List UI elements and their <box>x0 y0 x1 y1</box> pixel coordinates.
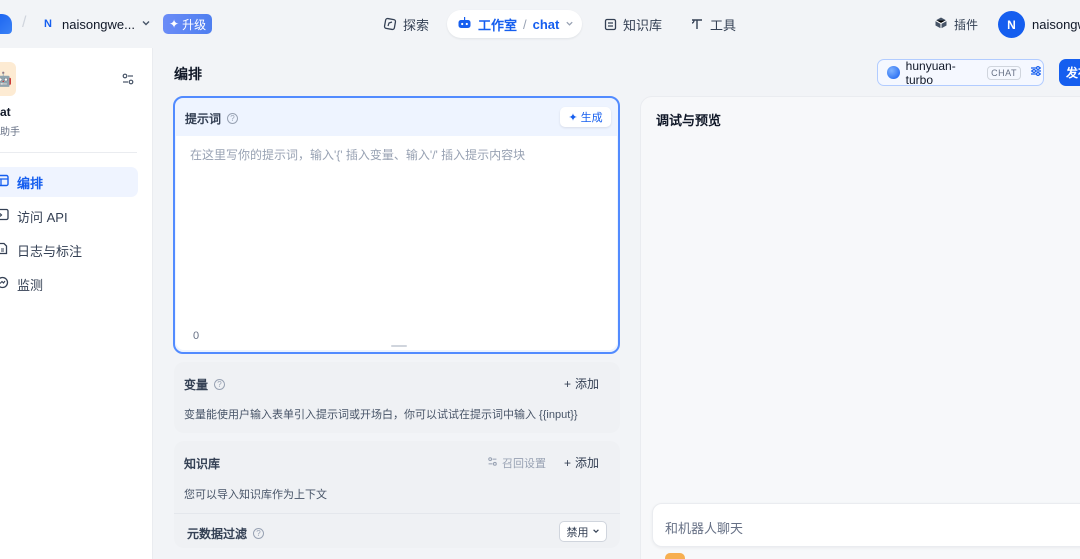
chevron-down-icon <box>141 18 151 31</box>
settings-sliders-icon <box>487 456 498 470</box>
model-mode-badge: CHAT <box>987 65 1021 80</box>
model-name: hunyuan-turbo <box>905 58 956 87</box>
prompt-header: 提示词 ? <box>185 110 239 127</box>
sidebar-item-monitor[interactable]: 监测 <box>0 269 138 299</box>
variables-title: 变量 <box>184 378 209 392</box>
app-logo[interactable] <box>0 14 12 34</box>
user-name[interactable]: naisongwe <box>1032 17 1080 32</box>
sparkle-icon: ✦ <box>568 111 578 124</box>
knowledge-description: 您可以导入知识库作为上下文 <box>184 489 327 501</box>
variables-header: 变量 ? <box>184 376 226 393</box>
chevron-down-icon <box>592 526 600 538</box>
upgrade-button[interactable]: ✦ 升级 <box>163 14 213 34</box>
sidebar-item-api[interactable]: 访问 API <box>0 201 138 231</box>
plugins-button[interactable]: 插件 <box>934 16 978 33</box>
nav-tools-label: 工具 <box>710 17 737 33</box>
prompt-title: 提示词 <box>185 112 222 126</box>
sidebar-item-label: 日志与标注 <box>17 243 83 259</box>
prompt-editor: 提示词 ? ✦ 生成 在这里写你的提示词，输入'{' 插入变量、输入'/' 插入… <box>173 96 620 354</box>
app-icon: 🤖 <box>0 62 16 96</box>
recall-settings-label: 召回设置 <box>502 458 546 470</box>
sidebar-item-label: 访问 API <box>17 209 68 225</box>
metadata-filter-select[interactable]: 禁用 <box>559 521 607 542</box>
plus-icon: + <box>564 455 572 470</box>
chat-input[interactable]: 和机器人聊天 <box>652 503 1080 547</box>
nav-studio-app[interactable]: chat <box>533 17 560 32</box>
breadcrumb-separator: / <box>22 14 27 31</box>
prompt-input[interactable]: 在这里写你的提示词，输入'{' 插入变量、输入'/' 插入提示内容块 0 <box>176 136 617 350</box>
recall-settings-button[interactable]: 召回设置 <box>487 455 546 471</box>
help-icon[interactable]: ? <box>253 528 265 539</box>
character-counter: 0 <box>193 330 200 342</box>
top-bar: / N naisongwe... ✦ 升级 探索 工作室 / chat 知识库 <box>0 0 1080 48</box>
add-knowledge-button[interactable]: + 添加 <box>564 454 599 471</box>
nav-explore-label: 探索 <box>403 17 430 33</box>
model-selector[interactable]: hunyuan-turbo CHAT <box>877 58 1044 87</box>
debug-title: 调试与预览 <box>656 113 722 128</box>
upgrade-label: 升级 <box>182 17 207 32</box>
bot-avatar <box>665 553 685 559</box>
sidebar-item-label: 编排 <box>17 175 44 191</box>
add-variable-button[interactable]: + 添加 <box>564 375 599 392</box>
knowledge-title: 知识库 <box>184 457 221 471</box>
variables-description: 变量能使用户输入表单引入提示词或开场白，你可以试试在提示词中输入 {{input… <box>184 409 578 421</box>
publish-button[interactable]: 发布 <box>1059 59 1080 86</box>
help-icon[interactable]: ? <box>214 379 226 390</box>
sidebar: 🤖 at 助手 编排 访问 API 日志与标注 监测 <box>0 48 153 559</box>
sidebar-item-orchestrate[interactable]: 编排 <box>0 167 138 197</box>
nav-knowledge[interactable]: 知识库 <box>603 10 662 38</box>
sparkle-icon: ✦ <box>169 17 180 31</box>
chevron-down-icon[interactable] <box>565 19 574 30</box>
plugins-label: 插件 <box>954 18 979 32</box>
add-label: 添加 <box>575 456 600 470</box>
page-title: 编排 <box>174 66 202 82</box>
resize-handle[interactable] <box>391 345 407 347</box>
add-label: 添加 <box>575 377 600 391</box>
generate-button[interactable]: ✦ 生成 <box>560 107 611 127</box>
chat-input-placeholder: 和机器人聊天 <box>665 521 744 536</box>
model-logo-icon <box>887 66 900 79</box>
help-icon[interactable]: ? <box>227 113 239 124</box>
cube-icon <box>934 16 948 33</box>
book-icon <box>603 17 617 31</box>
prompt-placeholder: 在这里写你的提示词，输入'{' 插入变量、输入'/' 插入提示内容块 <box>190 148 526 162</box>
settings-sliders-icon[interactable] <box>121 72 135 86</box>
sidebar-divider <box>0 152 137 153</box>
file-edit-icon <box>0 242 9 258</box>
workspace-selector[interactable]: N naisongwe... ✦ 升级 <box>40 12 213 36</box>
metadata-filter-value: 禁用 <box>566 526 589 539</box>
terminal-icon <box>0 208 9 224</box>
tool-icon <box>690 17 704 31</box>
avatar[interactable]: N <box>998 11 1025 38</box>
debug-preview-panel: 调试与预览 和机器人聊天 <box>640 96 1080 559</box>
robot-icon <box>457 16 472 33</box>
section-divider <box>174 513 620 514</box>
monitor-icon <box>0 276 9 292</box>
nav-tools[interactable]: 工具 <box>690 10 736 38</box>
metadata-filter-title: 元数据过滤 <box>187 527 248 541</box>
nav-studio-label: 工作室 <box>478 17 518 33</box>
nav-knowledge-label: 知识库 <box>623 17 663 33</box>
app-type: 助手 <box>0 127 20 138</box>
app-name: at <box>0 105 11 119</box>
sidebar-item-label: 监测 <box>17 277 44 293</box>
knowledge-section: 知识库 召回设置 + 添加 您可以导入知识库作为上下文 元数据过滤 ? 禁用 <box>174 441 620 548</box>
metadata-filter-header: 元数据过滤 ? <box>187 525 265 542</box>
sidebar-item-logs[interactable]: 日志与标注 <box>0 235 138 265</box>
settings-sliders-icon <box>1029 64 1043 81</box>
workspace-initial: N <box>44 18 52 30</box>
variables-section: 变量 ? + 添加 变量能使用户输入表单引入提示词或开场白，你可以试试在提示词中… <box>174 362 620 433</box>
layout-icon <box>0 174 9 190</box>
compass-icon <box>383 17 397 31</box>
breadcrumb-separator: / <box>523 16 527 32</box>
nav-explore[interactable]: 探索 <box>383 10 429 38</box>
plus-icon: + <box>564 376 572 391</box>
workspace-name: naisongwe... <box>62 16 135 32</box>
generate-label: 生成 <box>580 112 603 124</box>
nav-studio[interactable]: 工作室 / chat <box>447 10 582 38</box>
